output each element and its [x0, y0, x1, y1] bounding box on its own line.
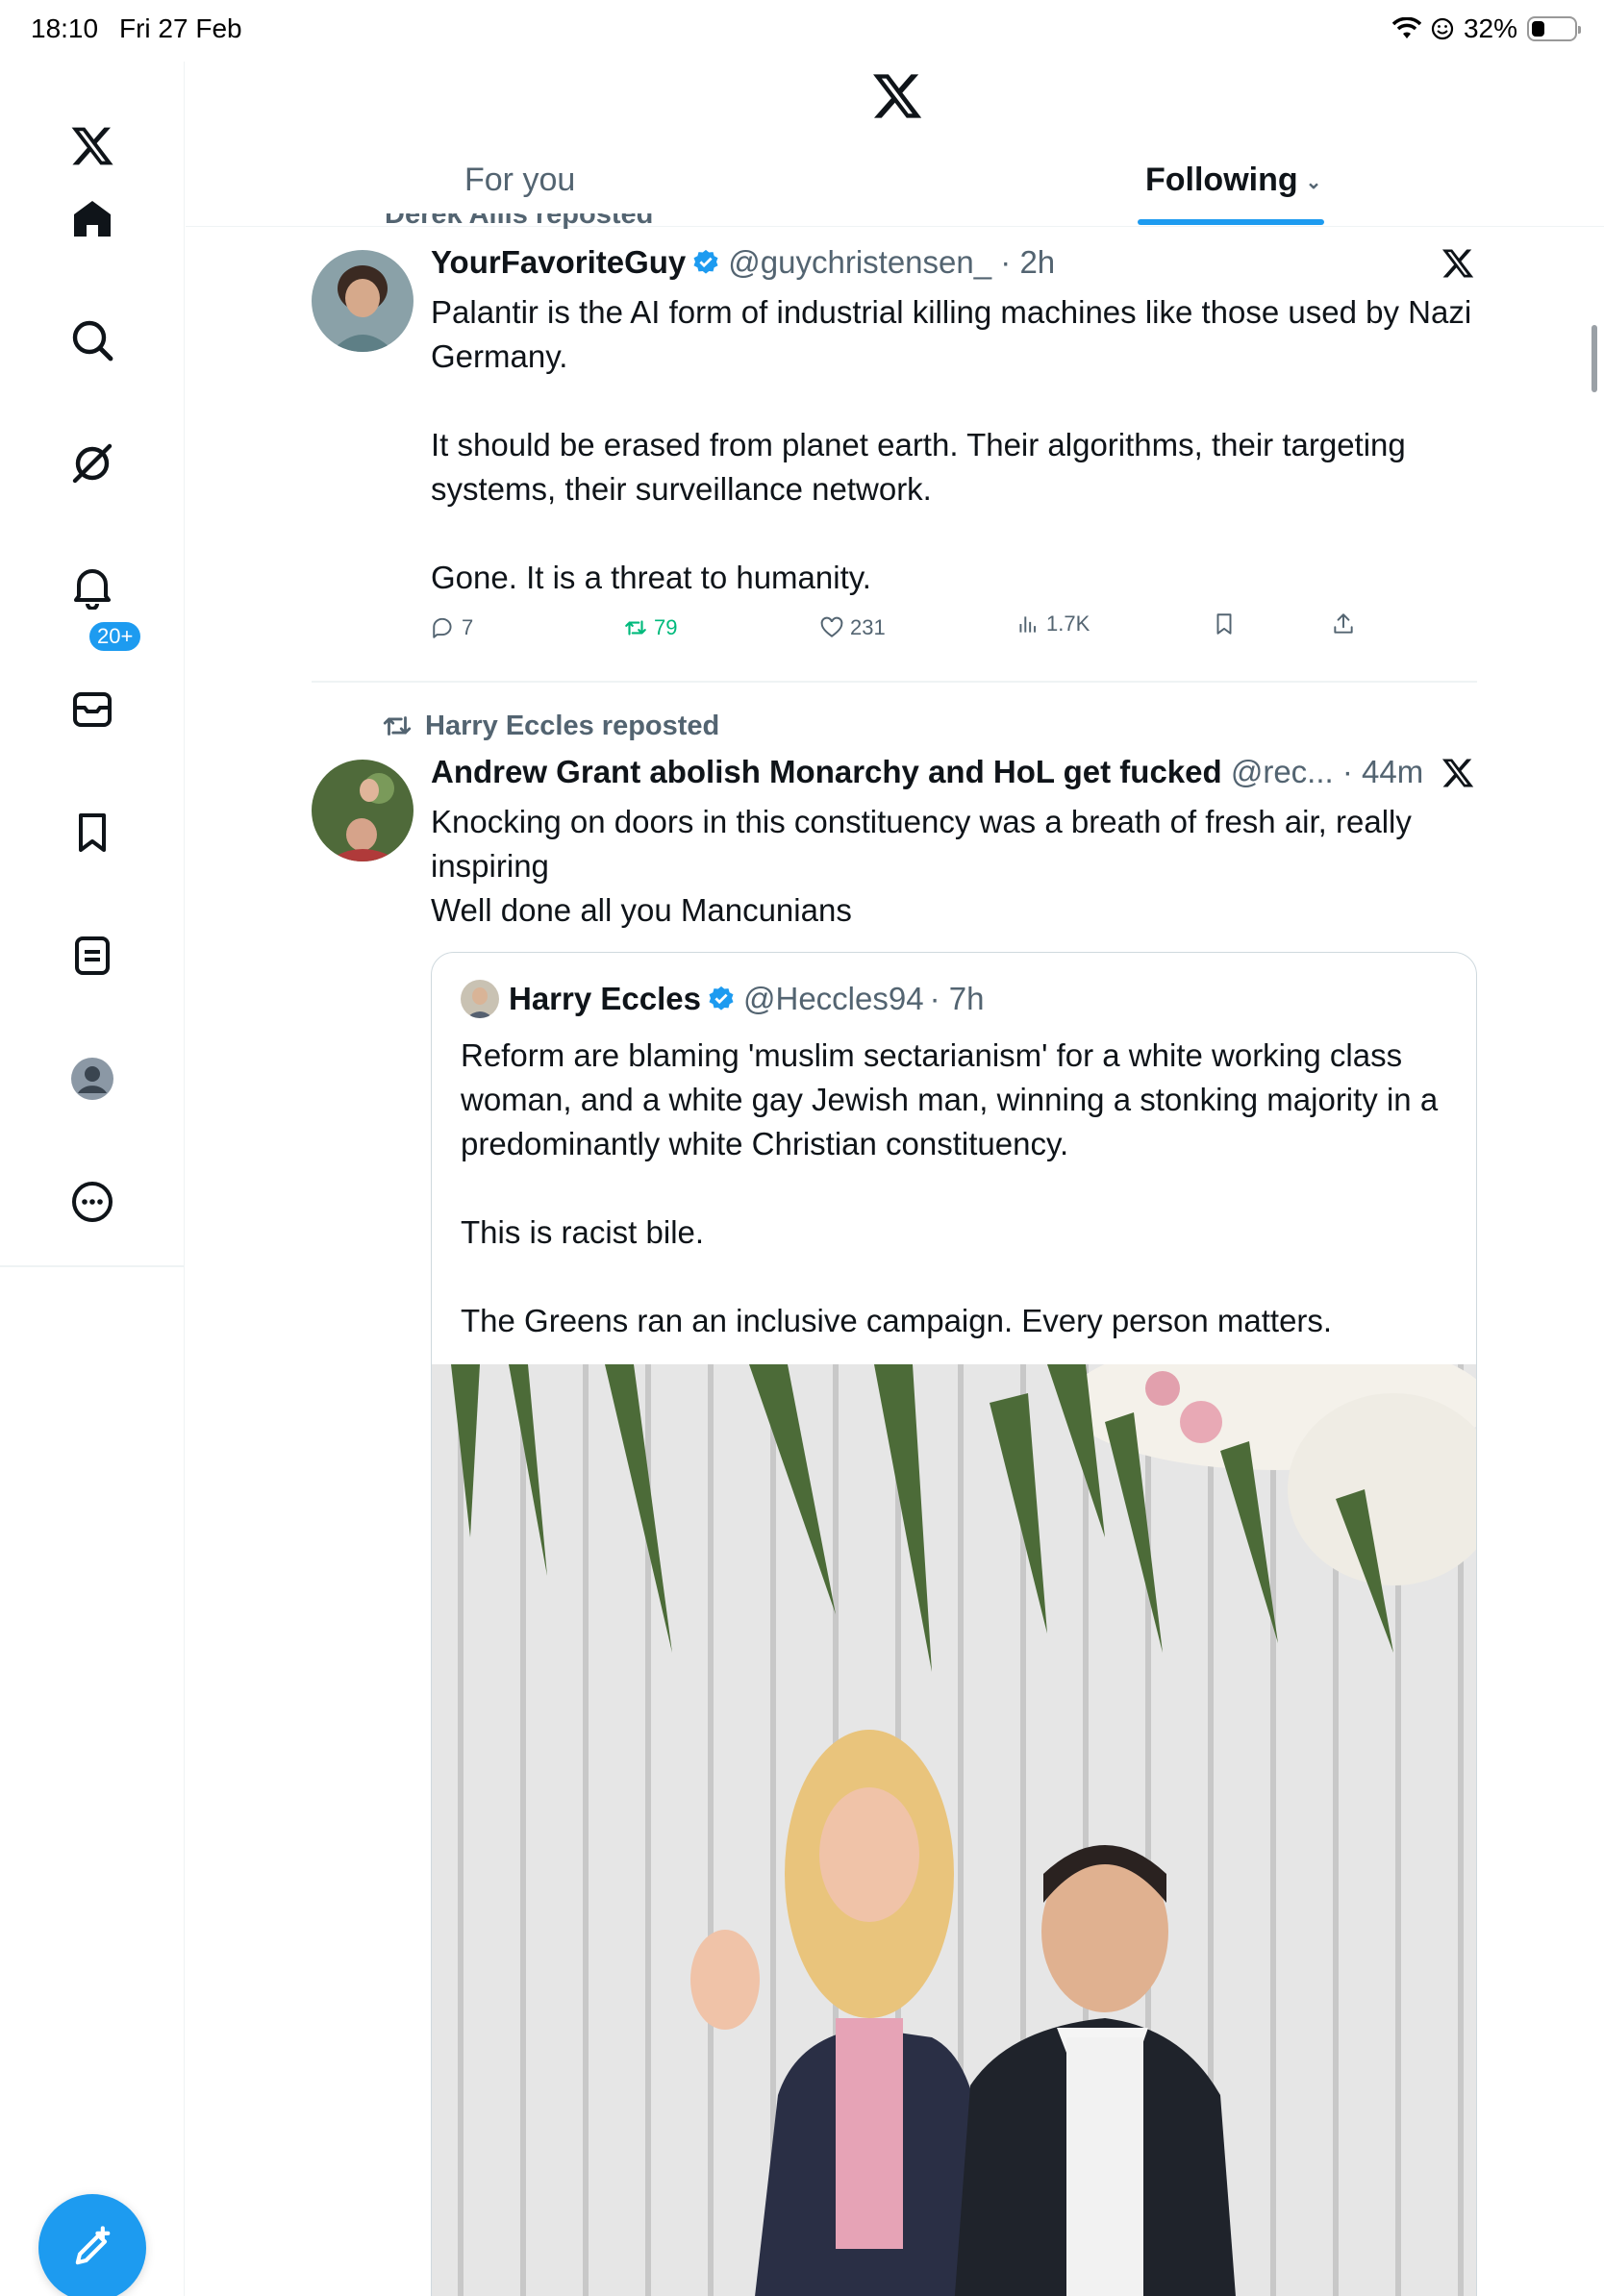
avatar[interactable]: [312, 760, 414, 861]
tweet-time[interactable]: · 44m: [1342, 754, 1423, 789]
quoted-author-handle[interactable]: @Heccles94: [743, 981, 924, 1017]
like-count: 231: [850, 615, 886, 639]
x-logo-icon: [71, 127, 113, 165]
reply-button[interactable]: 7: [431, 615, 473, 640]
avatar-image: [312, 760, 414, 861]
x-logo-icon[interactable]: [1441, 756, 1475, 790]
bookmark-icon: [79, 813, 106, 852]
tab-label: Following: [1145, 162, 1298, 198]
tweet-author-name[interactable]: Andrew Grant abolish Monarchy and HoL ge…: [431, 754, 1222, 789]
avatar-image: [461, 980, 499, 1018]
mail-icon: [73, 692, 112, 727]
quoted-tweet-photo[interactable]: [432, 1364, 1477, 2296]
verified-badge-icon: [709, 986, 734, 1011]
battery-percent: 32%: [1463, 13, 1517, 43]
view-count: 1.7K: [1046, 611, 1090, 636]
sidebar-item-logo[interactable]: [54, 108, 131, 185]
tab-for-you[interactable]: For you: [464, 162, 575, 219]
tweet-author-name[interactable]: YourFavoriteGuy: [431, 244, 686, 280]
status-time: 18:10: [31, 13, 99, 43]
status-date: Fri 27 Feb: [119, 13, 242, 43]
tweet-text: Palantir is the AI form of industrial ki…: [431, 294, 1472, 595]
tweet-actions: 7 79 231 1.7K: [431, 611, 1392, 654]
x-logo-icon: [873, 74, 922, 118]
chevron-down-icon: ⌄: [1305, 171, 1322, 193]
sidebar-nav: 20+: [0, 62, 185, 2296]
views-icon: [1019, 616, 1037, 633]
repost-context[interactable]: Harry Eccles reposted: [381, 710, 719, 742]
tweet-header: YourFavoriteGuy @guychristensen_ · 2h: [431, 244, 1055, 281]
repost-count: 79: [654, 615, 678, 639]
battery-icon: [1527, 16, 1581, 41]
grok-icon: [72, 443, 113, 484]
tweet-time[interactable]: · 2h: [1000, 244, 1055, 280]
tab-label: For you: [464, 162, 576, 198]
like-button[interactable]: 231: [819, 615, 886, 640]
reply-count: 7: [462, 615, 474, 639]
sidebar-divider: [0, 1265, 185, 1267]
repost-icon: [625, 620, 646, 636]
quoted-tweet-header: Harry Eccles @Heccles94 · 7h: [461, 980, 984, 1018]
share-icon: [1334, 613, 1353, 634]
focus-smile-icon: [1431, 17, 1454, 40]
reply-icon: [433, 617, 452, 638]
quoted-tweet-text: Reform are blaming 'muslim sectarianism'…: [461, 1037, 1439, 1338]
tweet-author-handle[interactable]: @guychristensen_: [728, 244, 991, 280]
sidebar-item-notifications[interactable]: [54, 548, 131, 625]
battery-level: [1532, 21, 1544, 37]
tweet-text: Knocking on doors in this constituency w…: [431, 804, 1412, 928]
sidebar-item-messages[interactable]: [54, 671, 131, 748]
tweet-divider: [312, 681, 1477, 683]
share-button[interactable]: [1331, 611, 1356, 636]
repost-button[interactable]: 79: [623, 615, 677, 640]
avatar-image: [312, 250, 414, 352]
timeline-header: For you Following ⌄: [186, 62, 1604, 227]
avatar[interactable]: [312, 250, 414, 352]
repost-label: Harry Eccles reposted: [425, 710, 720, 741]
lists-icon: [75, 936, 110, 975]
repost-label-partial: Derek Allis reposted: [385, 213, 654, 229]
sidebar-item-more[interactable]: [54, 1163, 131, 1240]
repost-icon: [383, 716, 412, 736]
notification-badge: 20+: [87, 619, 144, 654]
verified-badge-icon: [693, 249, 718, 274]
sidebar-item-explore[interactable]: [54, 302, 131, 379]
heart-icon: [820, 616, 843, 637]
active-tab-indicator: [1138, 219, 1324, 225]
sidebar-item-profile[interactable]: [54, 1040, 131, 1117]
bell-icon: [74, 569, 111, 610]
bookmark-button[interactable]: [1212, 611, 1237, 636]
views-button[interactable]: 1.7K: [1015, 611, 1090, 636]
more-icon: [72, 1182, 113, 1222]
status-indicators: 32%: [1391, 13, 1581, 44]
sidebar-item-lists[interactable]: [54, 917, 131, 994]
sidebar-item-home[interactable]: [54, 181, 131, 258]
search-icon: [72, 320, 113, 362]
compose-icon: [75, 2226, 111, 2265]
sidebar-item-bookmarks[interactable]: [54, 794, 131, 871]
profile-icon: [71, 1058, 113, 1100]
quoted-tweet[interactable]: Harry Eccles @Heccles94 · 7h Reform are …: [431, 952, 1477, 2296]
quoted-author-name[interactable]: Harry Eccles: [509, 981, 701, 1017]
x-logo-icon[interactable]: [1441, 246, 1475, 281]
home-icon: [74, 201, 111, 237]
tweet-author-handle[interactable]: @rec...: [1231, 754, 1334, 789]
sidebar-item-grok[interactable]: [54, 425, 131, 502]
status-bar: 18:10 Fri 27 Feb 32%: [0, 0, 1604, 62]
compose-button[interactable]: [38, 2194, 146, 2296]
bookmark-icon: [1216, 613, 1232, 635]
avatar[interactable]: [461, 980, 499, 1018]
tweet-header: Andrew Grant abolish Monarchy and HoL ge…: [431, 754, 1423, 790]
quoted-tweet-time[interactable]: · 7h: [930, 981, 985, 1017]
tab-following[interactable]: Following ⌄: [1145, 162, 1321, 219]
scrollbar[interactable]: [1591, 325, 1597, 392]
wifi-icon: [1391, 17, 1421, 38]
